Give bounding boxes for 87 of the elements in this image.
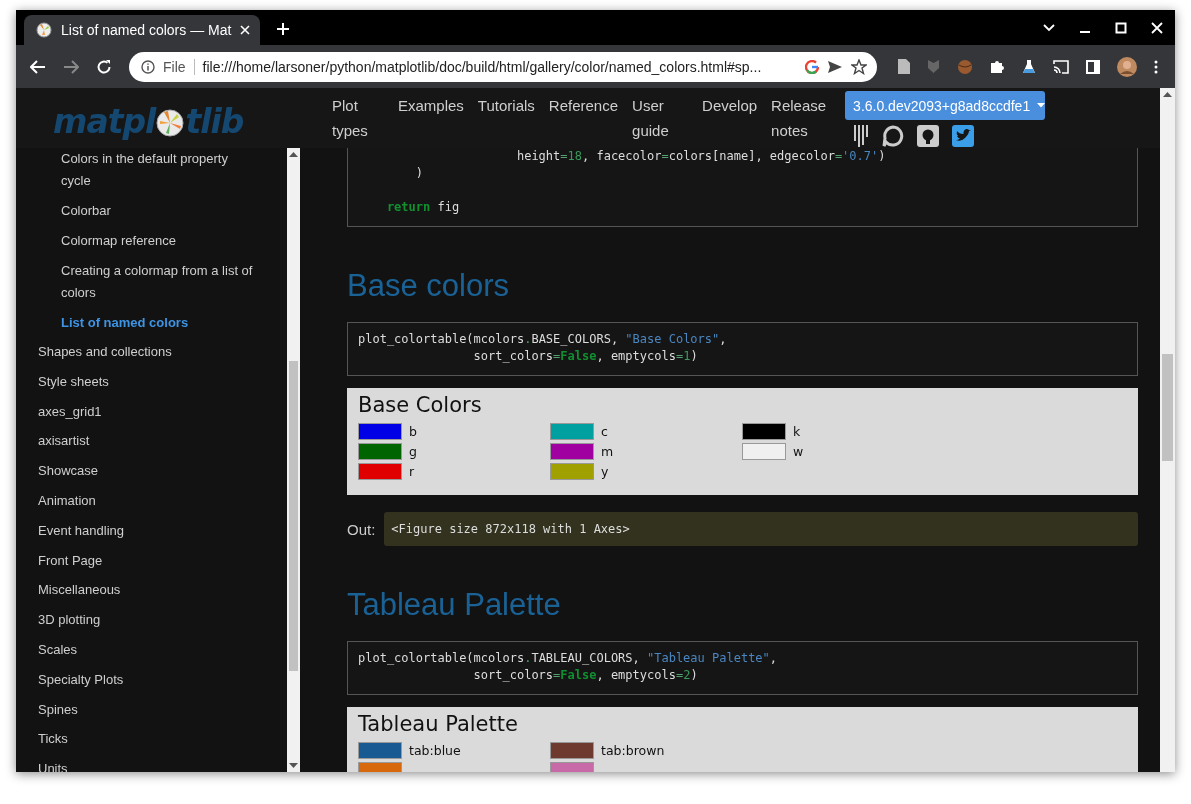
figure-title: Tableau Palette — [358, 711, 519, 738]
sidebar-link[interactable]: axes_grid1 — [16, 401, 287, 432]
sidebar-link[interactable]: axisartist — [16, 431, 287, 462]
color-name: c — [601, 423, 608, 439]
tab-title: List of named colors — Mat — [61, 22, 232, 38]
nav-link[interactable]: Tutorials — [477, 93, 542, 143]
flask-icon[interactable] — [1022, 59, 1036, 74]
color-name: k — [793, 423, 801, 439]
nav-link[interactable]: Reference — [548, 93, 626, 143]
document-icon[interactable] — [898, 59, 910, 74]
sidebar-icon[interactable] — [1086, 59, 1100, 74]
sidebar-link[interactable]: Animation — [16, 491, 287, 521]
color-name: w — [793, 443, 804, 459]
chevron-down-icon[interactable] — [1043, 24, 1055, 32]
output-text: <Figure size 872x118 with 1 Axes> — [384, 512, 1138, 546]
section-heading: Tableau Palette — [347, 586, 562, 624]
url-text: file:///home/larsoner/python/matplotlib/doc/build/html/gallery/color/named_colors.html#sp... — [202, 58, 763, 75]
sidebar-link[interactable]: Colormap reference — [16, 230, 287, 260]
menu-icon[interactable] — [1154, 59, 1158, 74]
color-name: b — [409, 423, 417, 439]
output-label: Out: — [347, 520, 376, 538]
chat-bubble-icon[interactable] — [882, 125, 905, 147]
nav-link[interactable]: Plot types — [332, 93, 391, 143]
code-line: sort_colors=False, emptycols=2) — [472, 667, 699, 684]
sidebar-link[interactable]: Spines — [16, 699, 287, 730]
color-name: tab:brown — [601, 742, 665, 758]
bars-icon[interactable] — [853, 125, 870, 147]
nav-link[interactable]: User guide — [632, 93, 696, 143]
sidebar-link[interactable]: Specialty Plots — [16, 669, 287, 700]
info-icon[interactable] — [141, 59, 155, 74]
sidebar-link[interactable]: Front Page — [16, 550, 287, 581]
maximize-icon[interactable] — [1115, 22, 1127, 34]
twitter-icon[interactable] — [952, 125, 975, 147]
nav-link[interactable]: Develop — [702, 93, 765, 143]
color-name: g — [409, 443, 417, 459]
sidebar-link[interactable]: Colors in the default property cycle — [16, 148, 287, 200]
scroll-up-icon[interactable] — [1163, 92, 1172, 97]
scrollbar-thumb[interactable] — [289, 361, 298, 671]
color-name: y — [601, 463, 609, 479]
star-icon[interactable] — [851, 58, 867, 75]
favicon-icon — [36, 22, 52, 38]
back-icon[interactable] — [30, 59, 46, 74]
code-line: plot_colortable(mcolors.BASE_COLORS, "Base Colors", — [358, 331, 728, 348]
scrollbar-thumb[interactable] — [1162, 354, 1173, 461]
scheme-label: File — [163, 58, 195, 75]
logo-icon[interactable] — [156, 108, 185, 137]
nav-link[interactable]: Examples — [398, 93, 471, 143]
close-icon[interactable] — [240, 25, 251, 35]
forward-icon[interactable] — [63, 59, 79, 74]
sidebar-link[interactable]: Ticks — [16, 729, 287, 760]
sidebar-link[interactable]: Shapes and collections — [16, 342, 287, 372]
scrollbar[interactable] — [287, 148, 300, 772]
sidebar-link[interactable]: 3D plotting — [16, 610, 287, 640]
scroll-down-icon[interactable] — [289, 763, 298, 768]
address-bar[interactable]: File file:///home/larsoner/python/matplotlib/doc/build/html/gallery/color/named_colors.html#sp... — [129, 51, 877, 82]
avatar-icon[interactable] — [1117, 56, 1137, 77]
sidebar-link[interactable]: Scales — [16, 639, 287, 670]
sidebar-link[interactable]: Event handling — [16, 520, 287, 551]
section-heading: Base colors — [347, 267, 510, 305]
github-icon[interactable] — [917, 125, 940, 147]
code-line: ) — [414, 165, 425, 182]
scroll-up-icon[interactable] — [289, 152, 298, 157]
figure-title: Base Colors — [358, 392, 483, 419]
nav-link[interactable]: Release notes — [771, 93, 837, 143]
code-line: sort_colors=False, emptycols=1) — [472, 348, 699, 365]
scrollbar[interactable] — [1160, 88, 1175, 772]
caret-icon — [1037, 103, 1046, 108]
sidebar-link[interactable]: Creating a colormap from a list of colors — [16, 260, 287, 312]
code-line: height=18, facecolor=colors[name], edgecolor='0.7') — [515, 148, 887, 165]
color-name: m — [601, 443, 614, 459]
sidebar-link[interactable]: List of named colors — [16, 312, 287, 342]
code-line: return fig — [385, 199, 461, 216]
sidebar-link[interactable]: Colorbar — [16, 200, 287, 230]
sidebar-link[interactable]: Style sheets — [16, 371, 287, 402]
google-icon[interactable] — [805, 59, 819, 74]
reload-icon[interactable] — [96, 58, 112, 75]
sidebar-link[interactable]: Miscellaneous — [16, 580, 287, 611]
browser-tab[interactable]: List of named colors — Mat — [24, 15, 261, 45]
color-name: r — [409, 463, 415, 479]
new-tab-icon[interactable] — [276, 22, 291, 36]
close-icon[interactable] — [1151, 22, 1163, 34]
cast-icon[interactable] — [1053, 59, 1069, 74]
sidebar-link[interactable]: Showcase — [16, 461, 287, 491]
send-icon[interactable] — [827, 59, 843, 74]
puzzle-icon[interactable] — [990, 59, 1005, 74]
color-name: tab:blue — [409, 742, 461, 758]
code-line: plot_colortable(mcolors.TABLEAU_COLORS, "Tableau Palette", — [358, 650, 779, 667]
